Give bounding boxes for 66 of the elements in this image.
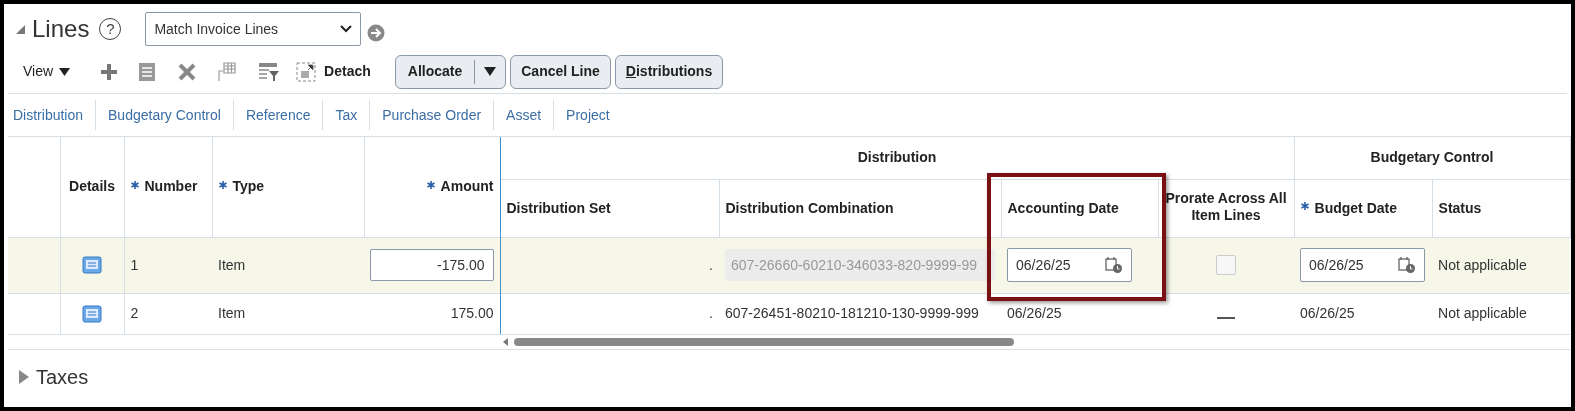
collapse-icon[interactable] (14, 23, 26, 35)
dropdown-icon[interactable] (484, 67, 497, 76)
duplicate-icon[interactable] (138, 61, 157, 82)
add-icon[interactable] (100, 62, 119, 81)
column-header: Distribution Set (506, 199, 611, 217)
table-cell-text: 175.00 (450, 304, 494, 324)
checkbox[interactable] (1216, 255, 1236, 275)
filter-icon[interactable] (258, 61, 281, 82)
amount-field[interactable]: -175.00 (369, 249, 494, 281)
table-cell: 06/26/25 (1300, 305, 1355, 322)
view-menu[interactable]: View (23, 61, 71, 82)
section-link[interactable]: Distribution (13, 104, 84, 126)
calendar-icon[interactable] (1398, 256, 1417, 274)
column-header: Distribution Combination (725, 199, 894, 217)
table-cell: Item (218, 256, 246, 273)
column-header: Prorate Across All Item Lines (1164, 190, 1288, 224)
required-icon (218, 180, 227, 189)
table-cell: Not applicable (1438, 305, 1527, 322)
table-cell-text: . (709, 304, 713, 324)
required-icon (1300, 201, 1309, 210)
table-row[interactable]: 2 Item 175.00 . 607-26451-80210-181210-130-9999-999 06/26/25 06/26/25 Not applicable (8, 293, 1571, 334)
table-cell: Item (218, 305, 246, 322)
allocate-split-button[interactable]: Allocate (394, 54, 507, 89)
delete-icon[interactable] (178, 62, 197, 81)
section-link[interactable]: Tax (335, 104, 358, 126)
go-icon[interactable] (367, 24, 386, 42)
table-cell: 607-26451-80210-181210-130-9999-999 (725, 305, 979, 322)
view-select[interactable]: Match Invoice Lines (145, 12, 362, 46)
toolbar-button[interactable]: Distributions (614, 54, 724, 89)
column-header: Budget Date (1300, 199, 1397, 217)
expand-icon[interactable] (18, 369, 30, 385)
table-cell: Not applicable (1438, 256, 1527, 273)
toolbar-button[interactable]: Cancel Line (510, 54, 611, 89)
section-title: Taxes (36, 365, 89, 390)
table-row[interactable]: 1 Item -175.00 . 607-26660-60210-346033-820-9999-99 06/26/25 06/26/25 Not applicable (8, 237, 1571, 293)
detach-icon[interactable] (296, 61, 317, 82)
table-cell: 06/26/25 (1007, 305, 1062, 322)
required-icon (130, 180, 139, 189)
column-header: Accounting Date (1007, 199, 1119, 217)
empty-value-icon (1217, 316, 1235, 319)
detach-button[interactable]: Detach (324, 61, 371, 82)
date-field[interactable]: 06/26/25 (1300, 248, 1426, 282)
details-icon[interactable] (82, 304, 102, 323)
section-title: Lines (32, 14, 90, 44)
column-header: Status (1438, 199, 1482, 217)
details-icon[interactable] (82, 256, 102, 274)
column-header: Amount (426, 178, 494, 195)
section-link[interactable]: Project (566, 104, 610, 126)
table-cell-text: . (709, 255, 713, 275)
chevron-down-icon[interactable] (340, 25, 353, 33)
section-link[interactable]: Budgetary Control (108, 104, 221, 126)
required-icon (426, 180, 435, 189)
caret-icon (59, 67, 71, 76)
column-group-header: Budgetary Control (1370, 149, 1494, 166)
column-group-header: Distribution (857, 149, 937, 166)
section-link[interactable]: Purchase Order (382, 104, 482, 126)
section-link[interactable]: Asset (506, 104, 542, 126)
date-field[interactable]: 06/26/25 (1007, 248, 1132, 282)
section-link[interactable]: Reference (245, 104, 311, 126)
split-table-icon[interactable] (216, 61, 237, 82)
column-header: Number (130, 178, 198, 195)
table-cell: 1 (130, 256, 139, 273)
table-cell: 2 (130, 305, 139, 322)
column-header: Type (218, 178, 265, 195)
calendar-icon[interactable] (1105, 256, 1123, 274)
column-header: Details (69, 178, 115, 195)
